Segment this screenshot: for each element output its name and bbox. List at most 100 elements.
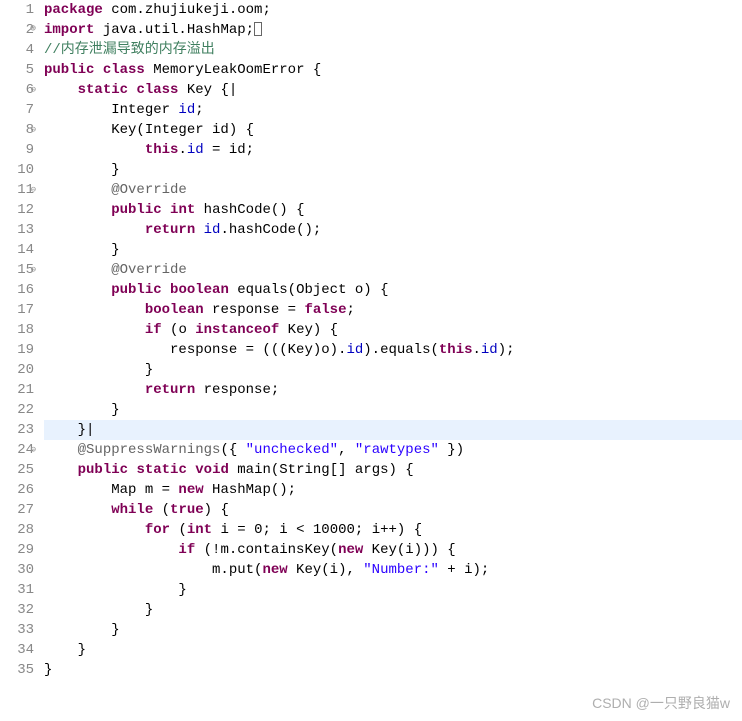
code-token: (: [153, 502, 170, 518]
code-token: Key(i),: [288, 562, 364, 578]
line-number: 27: [0, 500, 34, 520]
code-line[interactable]: if (o instanceof Key) {: [44, 320, 742, 340]
code-token: boolean: [145, 302, 204, 318]
code-line[interactable]: Key(Integer id) {: [44, 120, 742, 140]
line-number: 14: [0, 240, 34, 260]
code-line[interactable]: }: [44, 360, 742, 380]
fold-collapse-icon[interactable]: ⊖: [31, 440, 36, 460]
code-token: [44, 302, 145, 318]
code-token: [44, 522, 145, 538]
code-token: [187, 462, 195, 478]
code-token: [94, 62, 102, 78]
code-token: static: [136, 462, 186, 478]
code-line[interactable]: }|: [44, 420, 742, 440]
code-token: ).equals(: [363, 342, 439, 358]
code-line[interactable]: while (true) {: [44, 500, 742, 520]
code-line[interactable]: //内存泄漏导致的内存溢出: [44, 40, 742, 60]
code-line[interactable]: public static void main(String[] args) {: [44, 460, 742, 480]
code-token: true: [170, 502, 204, 518]
code-token: [44, 222, 145, 238]
code-line[interactable]: public class MemoryLeakOomError {: [44, 60, 742, 80]
code-line[interactable]: @SuppressWarnings({ "unchecked", "rawtyp…: [44, 440, 742, 460]
code-line[interactable]: return response;: [44, 380, 742, 400]
code-token: ;: [195, 102, 203, 118]
code-token: = id;: [204, 142, 254, 158]
line-number: 15⊖: [0, 260, 34, 280]
code-line[interactable]: }: [44, 160, 742, 180]
code-token: class: [136, 82, 178, 98]
watermark-text: CSDN @一只野良猫w: [592, 693, 730, 713]
code-token: ) {: [204, 502, 229, 518]
code-line[interactable]: }: [44, 620, 742, 640]
code-token: }: [44, 622, 120, 638]
code-token: response =: [204, 302, 305, 318]
fold-collapse-icon[interactable]: ⊖: [31, 80, 36, 100]
line-number: 8⊖: [0, 120, 34, 140]
code-line[interactable]: static class Key {|: [44, 80, 742, 100]
code-line[interactable]: Integer id;: [44, 100, 742, 120]
code-line[interactable]: }: [44, 580, 742, 600]
code-token: main(String[] args) {: [229, 462, 414, 478]
code-line[interactable]: boolean response = false;: [44, 300, 742, 320]
code-token: [162, 202, 170, 218]
code-line[interactable]: }: [44, 400, 742, 420]
code-line[interactable]: }: [44, 240, 742, 260]
code-token: public: [111, 282, 161, 298]
code-line[interactable]: }: [44, 640, 742, 660]
line-number: 10: [0, 160, 34, 180]
line-number: 9: [0, 140, 34, 160]
code-token: .: [178, 142, 186, 158]
code-token: id: [204, 222, 221, 238]
code-token: import: [44, 22, 94, 38]
code-line[interactable]: response = (((Key)o).id).equals(this.id)…: [44, 340, 742, 360]
code-line[interactable]: import java.util.HashMap;: [44, 20, 742, 40]
line-number: 24⊖: [0, 440, 34, 460]
code-line[interactable]: for (int i = 0; i < 10000; i++) {: [44, 520, 742, 540]
code-line[interactable]: }: [44, 600, 742, 620]
code-line[interactable]: return id.hashCode();: [44, 220, 742, 240]
code-line[interactable]: m.put(new Key(i), "Number:" + i);: [44, 560, 742, 580]
code-token: public: [44, 62, 94, 78]
code-token: HashMap();: [204, 482, 296, 498]
code-editor[interactable]: 12⊕456⊖78⊖91011⊖12131415⊖161718192021222…: [0, 0, 742, 721]
code-token: ,: [338, 442, 355, 458]
code-token: [44, 462, 78, 478]
code-token: int: [187, 522, 212, 538]
code-token: boolean: [170, 282, 229, 298]
code-token: new: [178, 482, 203, 498]
code-token: [44, 442, 78, 458]
code-line[interactable]: this.id = id;: [44, 140, 742, 160]
fold-collapse-icon[interactable]: ⊖: [31, 120, 36, 140]
code-token: id: [178, 102, 195, 118]
code-token: ({: [220, 442, 245, 458]
code-token: }: [44, 642, 86, 658]
code-token: new: [338, 542, 363, 558]
code-line[interactable]: package com.zhujiukeji.oom;: [44, 0, 742, 20]
code-token: [44, 502, 111, 518]
code-token: [44, 82, 78, 98]
code-token: }: [44, 662, 52, 678]
code-line[interactable]: public boolean equals(Object o) {: [44, 280, 742, 300]
code-line[interactable]: @Override: [44, 180, 742, 200]
code-token: );: [498, 342, 515, 358]
code-token: }: [44, 402, 120, 418]
code-token: instanceof: [195, 322, 279, 338]
code-area[interactable]: package com.zhujiukeji.oom;import java.u…: [40, 0, 742, 721]
code-line[interactable]: if (!m.containsKey(new Key(i))) {: [44, 540, 742, 560]
line-number: 31: [0, 580, 34, 600]
code-line[interactable]: Map m = new HashMap();: [44, 480, 742, 500]
code-token: [162, 282, 170, 298]
code-line[interactable]: @Override: [44, 260, 742, 280]
line-number: 5: [0, 60, 34, 80]
code-token: //内存泄漏导致的内存溢出: [44, 42, 215, 58]
code-line[interactable]: public int hashCode() {: [44, 200, 742, 220]
line-number: 29: [0, 540, 34, 560]
fold-expand-icon[interactable]: ⊕: [30, 20, 36, 40]
line-number: 18: [0, 320, 34, 340]
folded-region-icon[interactable]: [254, 22, 262, 36]
fold-collapse-icon[interactable]: ⊖: [31, 260, 36, 280]
code-token: id: [346, 342, 363, 358]
code-line[interactable]: }: [44, 660, 742, 680]
code-token: (!m.containsKey(: [195, 542, 338, 558]
fold-collapse-icon[interactable]: ⊖: [31, 180, 36, 200]
